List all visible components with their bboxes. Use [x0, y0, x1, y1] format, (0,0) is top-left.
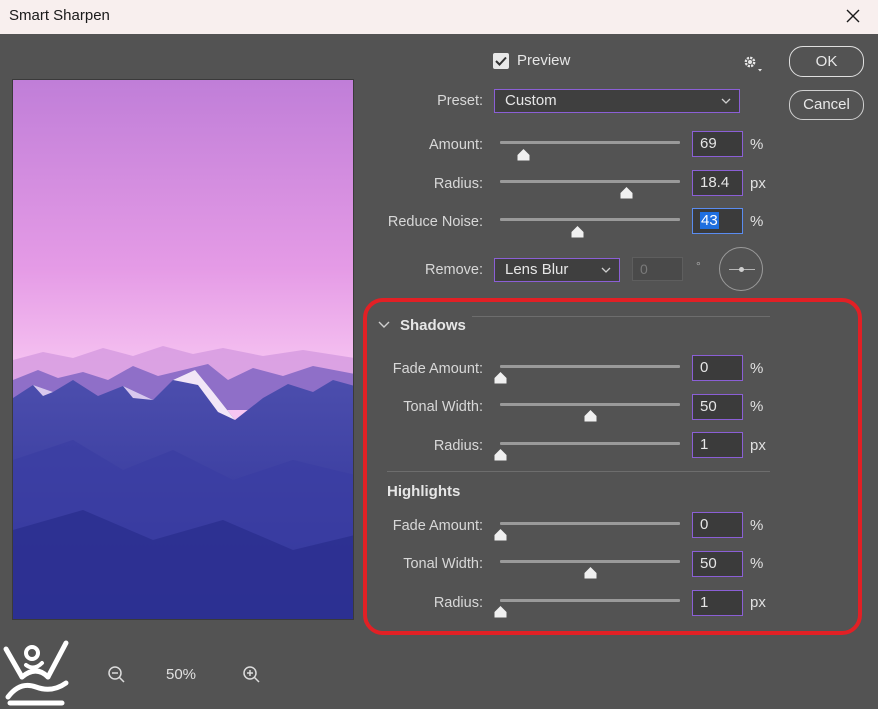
preview-checkbox[interactable] — [493, 52, 509, 69]
highlights-fade-amount-unit: % — [750, 517, 764, 534]
shadows-fade-amount-unit: % — [750, 360, 764, 377]
reduce-noise-slider[interactable] — [500, 218, 680, 221]
zoom-in-icon — [243, 666, 260, 683]
section-divider — [387, 471, 770, 472]
shadows-fade-amount-label: Fade Amount: — [392, 361, 483, 377]
shadows-divider — [472, 316, 770, 317]
annotation-highlight-box — [363, 298, 862, 635]
radius-slider[interactable] — [500, 180, 680, 183]
remove-value: Lens Blur — [505, 261, 569, 278]
shadows-tonal-width-unit: % — [750, 398, 764, 415]
remove-label: Remove: — [424, 262, 483, 278]
shadows-radius-thumb[interactable] — [494, 448, 507, 461]
shadows-fade-amount-slider[interactable] — [500, 365, 680, 368]
preset-select[interactable]: Custom — [494, 89, 740, 113]
shadows-tonal-width-slider[interactable] — [500, 403, 680, 406]
reduce-noise-slider-thumb[interactable] — [571, 225, 584, 238]
ok-button[interactable]: OK — [789, 46, 864, 77]
zoom-in-button[interactable] — [242, 665, 261, 689]
window-title: Smart Sharpen — [9, 7, 110, 24]
highlights-radius-input[interactable]: 1 — [692, 590, 743, 616]
highlights-fade-amount-slider[interactable] — [500, 522, 680, 525]
highlights-radius-slider[interactable] — [500, 599, 680, 602]
preset-label: Preset: — [437, 93, 483, 109]
shadows-radius-label: Radius: — [433, 438, 483, 454]
amount-slider[interactable] — [500, 141, 680, 144]
highlights-tonal-width-unit: % — [750, 555, 764, 572]
radius-slider-thumb[interactable] — [620, 186, 633, 199]
reduce-noise-selected-text: 43 — [700, 212, 719, 229]
remove-select[interactable]: Lens Blur — [494, 258, 620, 282]
shadows-heading: Shadows — [400, 317, 466, 334]
cancel-button[interactable]: Cancel — [789, 90, 864, 120]
radius-input[interactable]: 18.4 — [692, 170, 743, 196]
highlights-tonal-width-label: Tonal Width: — [403, 556, 483, 572]
shadows-tonal-width-label: Tonal Width: — [403, 399, 483, 415]
highlights-radius-label: Radius: — [433, 595, 483, 611]
highlights-heading: Highlights — [387, 483, 461, 500]
radius-label: Radius: — [433, 176, 483, 192]
close-button[interactable] — [838, 2, 868, 30]
highlights-tonal-width-input[interactable]: 50 — [692, 551, 743, 577]
settings-gear-button[interactable] — [742, 54, 764, 79]
reduce-noise-input[interactable]: 43 — [692, 208, 743, 234]
highlights-fade-amount-input[interactable]: 0 — [692, 512, 743, 538]
shadows-radius-input[interactable]: 1 — [692, 432, 743, 458]
shadows-radius-unit: px — [750, 437, 766, 454]
close-icon — [846, 9, 860, 23]
shadows-fade-amount-input[interactable]: 0 — [692, 355, 743, 381]
watermark-logo-icon — [0, 635, 72, 709]
amount-slider-thumb[interactable] — [517, 148, 530, 161]
zoom-level: 50% — [166, 666, 197, 683]
collapse-shadows-icon[interactable] — [378, 320, 390, 330]
preview-label: Preview — [517, 52, 571, 69]
amount-label: Amount: — [429, 137, 483, 153]
highlights-fade-amount-label: Fade Amount: — [392, 518, 483, 534]
highlights-fade-amount-thumb[interactable] — [494, 528, 507, 541]
shadows-fade-amount-thumb[interactable] — [494, 371, 507, 384]
angle-dial — [719, 247, 763, 291]
chevron-down-icon — [601, 267, 611, 273]
shadows-tonal-width-thumb[interactable] — [584, 409, 597, 422]
highlights-radius-thumb[interactable] — [494, 605, 507, 618]
angle-input: 0 — [632, 257, 683, 281]
preview-option[interactable]: Preview — [493, 52, 570, 69]
reduce-noise-label: Reduce Noise: — [387, 214, 483, 230]
zoom-out-button[interactable] — [107, 665, 126, 689]
chevron-down-icon — [721, 98, 731, 104]
zoom-out-icon — [108, 666, 125, 683]
reduce-noise-unit: % — [750, 213, 764, 230]
highlights-tonal-width-thumb[interactable] — [584, 566, 597, 579]
checkmark-icon — [495, 56, 507, 66]
highlights-radius-unit: px — [750, 594, 766, 611]
amount-unit: % — [750, 136, 764, 153]
preview-image[interactable] — [12, 79, 354, 620]
shadows-tonal-width-input[interactable]: 50 — [692, 394, 743, 420]
highlights-tonal-width-slider[interactable] — [500, 560, 680, 563]
gear-icon — [744, 56, 762, 72]
preset-value: Custom — [505, 92, 557, 109]
radius-unit: px — [750, 175, 766, 192]
amount-input[interactable]: 69 — [692, 131, 743, 157]
angle-degree-symbol: ° — [696, 259, 701, 273]
title-bar: Smart Sharpen — [0, 0, 878, 34]
shadows-radius-slider[interactable] — [500, 442, 680, 445]
